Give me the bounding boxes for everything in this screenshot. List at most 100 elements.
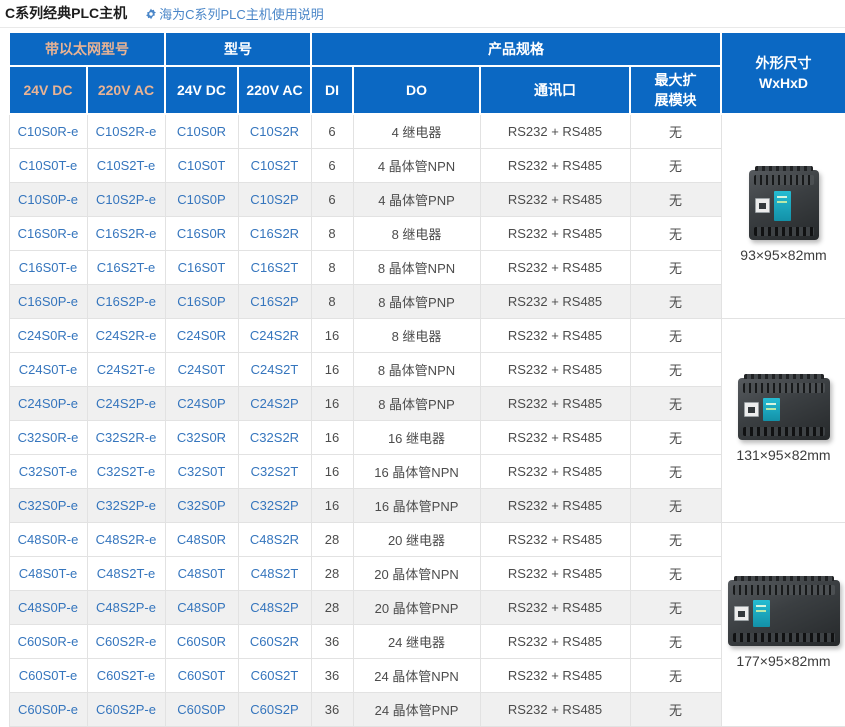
model-link[interactable]: C32S0P <box>177 498 225 513</box>
model-link[interactable]: C48S0T-e <box>19 566 78 581</box>
plc-spec-table: 带以太网型号 型号 产品规格 外形尺寸 WxHxD 24V DC 220V AC… <box>8 31 845 727</box>
header-model-220vac: 220V AC <box>238 66 311 114</box>
model-link[interactable]: C10S0P-e <box>18 192 78 207</box>
model-link[interactable]: C16S0R-e <box>18 226 79 241</box>
model-link[interactable]: C10S0R-e <box>18 124 79 139</box>
comm-port-cell: RS232 + RS485 <box>480 420 630 454</box>
model-link[interactable]: C48S0P <box>177 600 225 615</box>
model-link[interactable]: C16S2P <box>250 294 298 309</box>
model-link[interactable]: C10S2T <box>251 158 299 173</box>
model-link[interactable]: C24S2P <box>250 396 298 411</box>
model-link[interactable]: C60S2T <box>251 668 299 683</box>
model-link[interactable]: C24S0T <box>178 362 226 377</box>
model-link[interactable]: C32S2T <box>251 464 299 479</box>
do-cell: 16 晶体管NPN <box>353 454 480 488</box>
model-link[interactable]: C16S0P <box>177 294 225 309</box>
model-link[interactable]: C10S0T <box>178 158 226 173</box>
model-link[interactable]: C10S0R <box>177 124 226 139</box>
header-ethernet-24vdc: 24V DC <box>9 66 87 114</box>
model-link[interactable]: C32S0R <box>177 430 226 445</box>
page-title: C系列经典PLC主机 <box>5 3 127 23</box>
model-link[interactable]: C10S2P <box>250 192 298 207</box>
model-link[interactable]: C60S2P <box>250 702 298 717</box>
model-link[interactable]: C60S0P <box>177 702 225 717</box>
model-link[interactable]: C60S2R <box>250 634 299 649</box>
model-link[interactable]: C24S2R-e <box>96 328 157 343</box>
model-link[interactable]: C32S2P <box>250 498 298 513</box>
model-220v-cell: C32S2R <box>238 420 311 454</box>
model-link[interactable]: C48S2P-e <box>96 600 156 615</box>
model-link[interactable]: C24S2T <box>251 362 299 377</box>
model-link[interactable]: C32S2T-e <box>97 464 156 479</box>
model-link[interactable]: C24S0R <box>177 328 226 343</box>
ethernet-220v-model-cell: C48S2P-e <box>87 590 165 624</box>
model-link[interactable]: C10S0T-e <box>19 158 78 173</box>
model-220v-cell: C24S2T <box>238 352 311 386</box>
model-link[interactable]: C48S2T <box>251 566 299 581</box>
model-link[interactable]: C32S0P-e <box>18 498 78 513</box>
model-link[interactable]: C10S2R-e <box>96 124 157 139</box>
model-link[interactable]: C60S2T-e <box>97 668 156 683</box>
model-220v-cell: C16S2T <box>238 250 311 284</box>
model-link[interactable]: C48S0T <box>178 566 226 581</box>
model-220v-cell: C24S2P <box>238 386 311 420</box>
model-link[interactable]: C48S0R <box>177 532 226 547</box>
comm-port-cell: RS232 + RS485 <box>480 352 630 386</box>
do-cell: 8 晶体管PNP <box>353 284 480 318</box>
model-link[interactable]: C32S2R-e <box>96 430 157 445</box>
model-link[interactable]: C24S0P <box>177 396 225 411</box>
model-link[interactable]: C60S0T <box>178 668 226 683</box>
device-dimensions: 93×95×82mm <box>740 247 826 263</box>
model-link[interactable]: C16S2T <box>251 260 299 275</box>
model-link[interactable]: C32S0R-e <box>18 430 79 445</box>
model-link[interactable]: C60S0R-e <box>18 634 79 649</box>
model-link[interactable]: C24S0P-e <box>18 396 78 411</box>
model-link[interactable]: C10S2T-e <box>97 158 156 173</box>
model-link[interactable]: C24S2P-e <box>96 396 156 411</box>
model-link[interactable]: C60S2R-e <box>96 634 157 649</box>
model-link[interactable]: C48S2R-e <box>96 532 157 547</box>
model-link[interactable]: C10S2P-e <box>96 192 156 207</box>
model-link[interactable]: C24S0T-e <box>19 362 78 377</box>
ethernet-220v-model-cell: C24S2T-e <box>87 352 165 386</box>
model-24v-cell: C16S0R <box>165 216 238 250</box>
model-link[interactable]: C16S0P-e <box>18 294 78 309</box>
model-link[interactable]: C32S2P-e <box>96 498 156 513</box>
model-link[interactable]: C60S0T-e <box>19 668 78 683</box>
model-link[interactable]: C32S2R <box>250 430 299 445</box>
model-link[interactable]: C16S0T-e <box>19 260 78 275</box>
model-link[interactable]: C24S2R <box>250 328 299 343</box>
model-link[interactable]: C16S0R <box>177 226 226 241</box>
usage-doc-link[interactable]: 海为C系列PLC主机使用说明 <box>145 4 324 23</box>
model-link[interactable]: C48S0R-e <box>18 532 79 547</box>
ethernet-port-icon <box>734 606 749 621</box>
table-row: C24S0T-eC24S2T-eC24S0TC24S2T168 晶体管NPNRS… <box>9 352 845 386</box>
model-link[interactable]: C48S2P <box>250 600 298 615</box>
model-link[interactable]: C16S0T <box>178 260 226 275</box>
model-24v-cell: C32S0R <box>165 420 238 454</box>
model-24v-cell: C60S0T <box>165 658 238 692</box>
model-link[interactable]: C16S2P-e <box>96 294 156 309</box>
model-link[interactable]: C16S2R <box>250 226 299 241</box>
ethernet-24v-model-cell: C24S0P-e <box>9 386 87 420</box>
model-link[interactable]: C24S0R-e <box>18 328 79 343</box>
do-cell: 24 晶体管PNP <box>353 692 480 726</box>
model-link[interactable]: C60S2P-e <box>96 702 156 717</box>
model-link[interactable]: C32S0T-e <box>19 464 78 479</box>
ethernet-24v-model-cell: C10S0P-e <box>9 182 87 216</box>
model-link[interactable]: C16S2T-e <box>97 260 156 275</box>
header-dimensions-line2: WxHxD <box>722 73 845 93</box>
model-link[interactable]: C24S2T-e <box>97 362 156 377</box>
model-link[interactable]: C60S0R <box>177 634 226 649</box>
model-link[interactable]: C48S2R <box>250 532 299 547</box>
di-cell: 28 <box>311 556 353 590</box>
model-link[interactable]: C48S2T-e <box>97 566 156 581</box>
model-link[interactable]: C48S0P-e <box>18 600 78 615</box>
model-link[interactable]: C10S2R <box>250 124 299 139</box>
model-link[interactable]: C16S2R-e <box>96 226 157 241</box>
header-models-group: 型号 <box>165 32 311 66</box>
model-link[interactable]: C60S0P-e <box>18 702 78 717</box>
comm-port-cell: RS232 + RS485 <box>480 454 630 488</box>
model-link[interactable]: C10S0P <box>177 192 225 207</box>
model-link[interactable]: C32S0T <box>178 464 226 479</box>
